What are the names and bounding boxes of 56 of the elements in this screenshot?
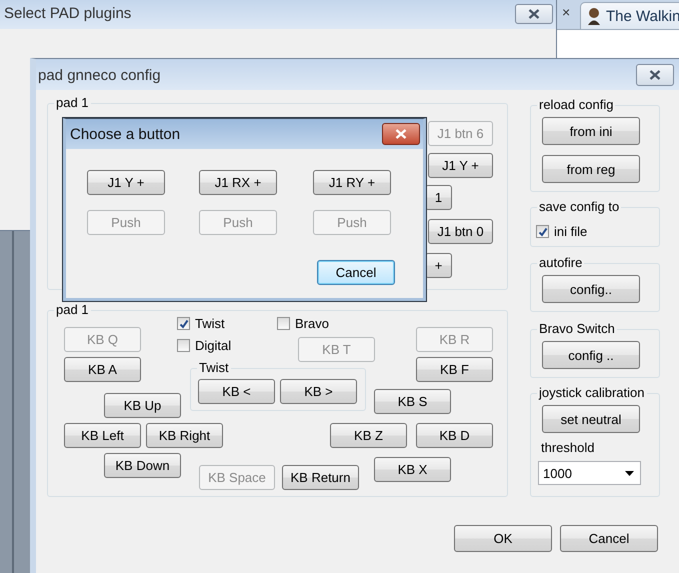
dropdown-arrow-icon (625, 470, 634, 476)
reload-button[interactable]: from ini (542, 117, 640, 145)
set-neutral-button[interactable]: set neutral (542, 405, 640, 433)
tab-close-icon[interactable]: × (562, 4, 570, 20)
close-button[interactable] (382, 123, 420, 145)
key-button[interactable]: KB A (64, 357, 141, 382)
config-button[interactable]: config .. (542, 341, 640, 369)
close-icon (649, 70, 661, 80)
checkbox[interactable] (536, 225, 549, 238)
dialog-title: Choose a button (70, 126, 180, 143)
cancel-button[interactable]: Cancel (317, 260, 395, 285)
key-button[interactable]: KB X (374, 457, 451, 482)
key-button[interactable]: KB < (198, 379, 275, 404)
key-button[interactable]: KB Up (104, 393, 181, 418)
key-button[interactable]: KB D (416, 423, 493, 448)
map-button[interactable]: J1 Y + (428, 153, 493, 178)
key-button[interactable]: KB Right (146, 423, 223, 448)
address-field[interactable] (556, 29, 679, 51)
threshold-dropdown[interactable]: 1000 (538, 461, 641, 485)
checkbox[interactable] (177, 317, 190, 330)
checkbox-label: Digital (195, 338, 232, 353)
close-icon (528, 9, 540, 19)
key-button[interactable]: KB F (416, 357, 493, 382)
checkbox-label: Bravo (295, 316, 329, 331)
axis-button[interactable]: J1 RY + (313, 170, 391, 195)
group-title: reload config (537, 97, 616, 113)
map-button[interactable]: + (425, 253, 452, 278)
close-icon (395, 129, 407, 139)
checkbox-label: ini file (554, 224, 588, 239)
group-title: pad 1 (54, 95, 91, 111)
config-button[interactable]: config.. (542, 275, 640, 303)
axis-button[interactable]: J1 Y + (87, 170, 165, 195)
group-title: save config to (537, 199, 622, 215)
group-title: pad 1 (54, 302, 91, 318)
map-button[interactable]: 1 (425, 185, 452, 210)
reload-button[interactable]: from reg (542, 155, 640, 183)
key-button[interactable]: KB Z (330, 423, 407, 448)
dialog-button[interactable]: OK (454, 525, 552, 552)
avatar-icon (587, 7, 601, 25)
checkbox-label: Twist (195, 316, 225, 331)
checkbox[interactable] (277, 317, 290, 330)
key-button[interactable]: KB Left (64, 423, 141, 448)
close-button[interactable] (636, 64, 674, 86)
map-button[interactable]: J1 btn 0 (428, 219, 493, 244)
close-button[interactable] (515, 4, 553, 24)
key-button[interactable]: KB Return (282, 465, 359, 490)
checkbox[interactable] (177, 339, 190, 352)
key-button[interactable]: KB Down (104, 453, 181, 478)
key-button[interactable]: KB > (280, 379, 357, 404)
window-title: pad gnneco config (38, 67, 161, 84)
dialog-button[interactable]: Cancel (560, 525, 658, 552)
key-button[interactable]: KB S (374, 389, 451, 414)
threshold-label: threshold (541, 440, 594, 455)
group-title: joystick calibration (537, 385, 646, 401)
window-title: Select PAD plugins (4, 5, 132, 22)
axis-button[interactable]: J1 RX + (199, 170, 277, 195)
